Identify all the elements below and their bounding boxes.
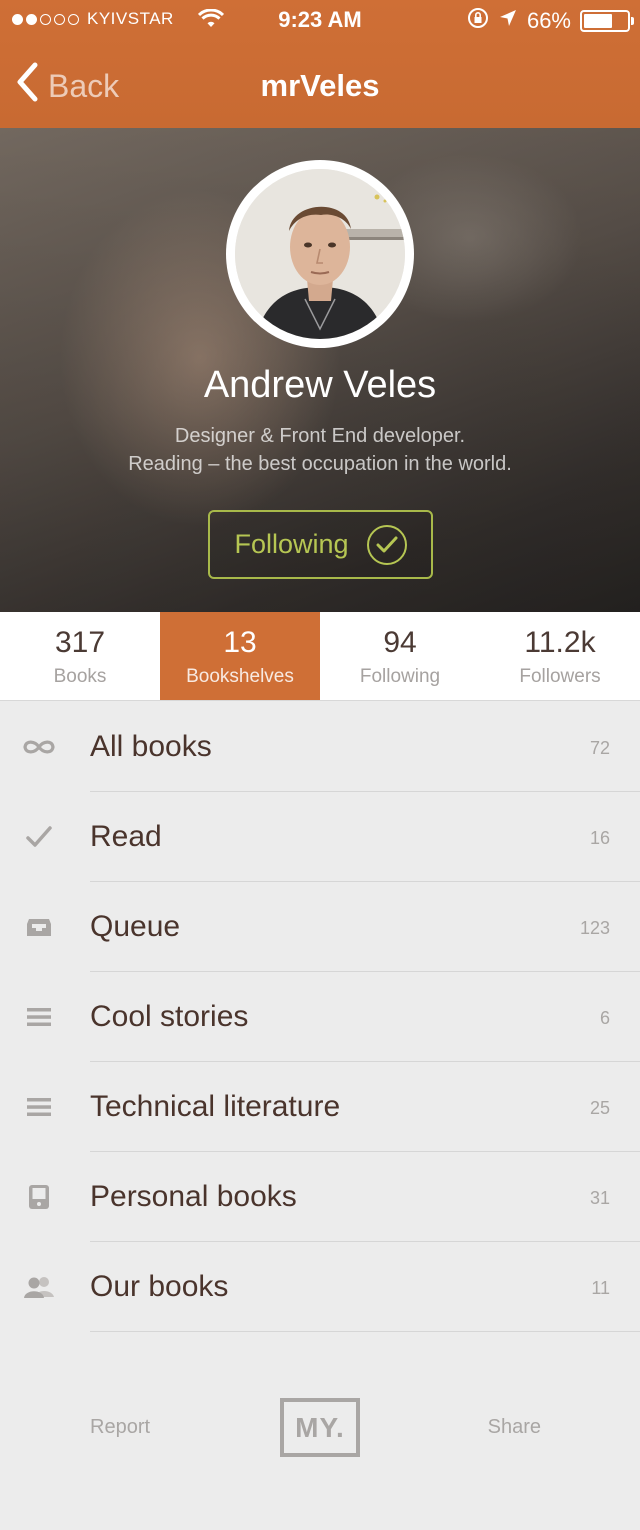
bookshelf-list: All books 72 Read 16 Queue 123 Cool stor… — [0, 702, 640, 1332]
list-lines-icon — [22, 1092, 56, 1122]
profile-bio: Designer & Front End developer. Reading … — [0, 422, 640, 478]
battery-icon — [580, 10, 634, 32]
report-link[interactable]: Report — [90, 1416, 150, 1439]
divider — [90, 1331, 640, 1332]
stat-label: Books — [53, 666, 107, 687]
location-arrow-icon — [498, 8, 518, 34]
avatar-frame — [226, 160, 414, 348]
following-label: Following — [234, 529, 349, 559]
bio-line: Designer & Front End developer. — [174, 425, 466, 447]
stat-label: Following — [359, 666, 441, 687]
stat-label: Followers — [519, 666, 601, 687]
shelf-row-queue[interactable]: Queue 123 — [0, 882, 640, 972]
status-right: 66% — [467, 7, 634, 35]
stat-tab-followers[interactable]: 11.2k Followers — [480, 612, 640, 700]
battery-percent: 66% — [526, 8, 571, 33]
checkmark-icon — [22, 822, 56, 852]
shelf-count: 72 — [589, 738, 610, 758]
battery-fill — [584, 14, 612, 28]
avatar[interactable] — [235, 169, 405, 339]
page-title: mrVeles — [260, 68, 380, 103]
shelf-label: Read — [90, 820, 162, 853]
stat-value: 317 — [54, 626, 106, 659]
following-button[interactable]: Following — [208, 510, 433, 579]
inbox-tray-icon — [22, 912, 56, 942]
share-link[interactable]: Share — [488, 1416, 541, 1439]
shelf-label: Personal books — [90, 1180, 297, 1213]
navigation-bar: Back mrVeles — [0, 40, 640, 128]
shelf-count: 31 — [589, 1188, 610, 1208]
shelf-count: 16 — [589, 828, 610, 848]
stat-value: 11.2k — [524, 626, 596, 659]
shelf-count: 123 — [579, 918, 610, 938]
shelf-row-technical-literature[interactable]: Technical literature 25 — [0, 1062, 640, 1152]
shelf-label: Cool stories — [90, 1000, 249, 1033]
check-circle-icon — [366, 524, 407, 565]
shelf-label: Technical literature — [90, 1090, 341, 1123]
stat-value: 13 — [223, 626, 257, 659]
shelf-row-cool-stories[interactable]: Cool stories 6 — [0, 972, 640, 1062]
tablet-device-icon — [22, 1182, 56, 1212]
shelf-label: Our books — [90, 1270, 229, 1303]
shelf-row-read[interactable]: Read 16 — [0, 792, 640, 882]
top-bar: KYIVSTAR 9:23 AM 66% Back mrVeles — [0, 0, 640, 128]
people-icon — [22, 1272, 56, 1302]
status-bar: KYIVSTAR 9:23 AM 66% — [0, 0, 640, 40]
bio-line: Reading – the best occupation in the wor… — [128, 453, 512, 475]
shelf-count: 6 — [599, 1008, 610, 1028]
shelf-row-personal-books[interactable]: Personal books 31 — [0, 1152, 640, 1242]
shelf-row-our-books[interactable]: Our books 11 — [0, 1242, 640, 1332]
list-lines-icon — [22, 1002, 56, 1032]
stats-tabs: 317 Books 13 Bookshelves 94 Following 11… — [0, 612, 640, 701]
stat-label: Bookshelves — [186, 666, 294, 687]
rotation-lock-icon — [467, 7, 489, 35]
shelf-count: 25 — [589, 1098, 610, 1118]
profile-name: Andrew Veles — [203, 364, 437, 406]
footer: Report MY. Share — [0, 1390, 640, 1470]
app-logo: MY. — [280, 1398, 360, 1457]
shelf-label: All books — [90, 730, 212, 763]
infinity-icon — [22, 732, 56, 762]
stat-tab-bookshelves[interactable]: 13 Bookshelves — [160, 612, 320, 700]
shelf-row-all-books[interactable]: All books 72 — [0, 702, 640, 792]
shelf-label: Queue — [90, 910, 181, 943]
shelf-count: 11 — [591, 1278, 610, 1298]
stat-tab-following[interactable]: 94 Following — [320, 612, 480, 700]
stat-tab-books[interactable]: 317 Books — [0, 612, 160, 700]
profile-hero: Andrew Veles Designer & Front End develo… — [0, 128, 640, 612]
stat-value: 94 — [383, 626, 417, 659]
